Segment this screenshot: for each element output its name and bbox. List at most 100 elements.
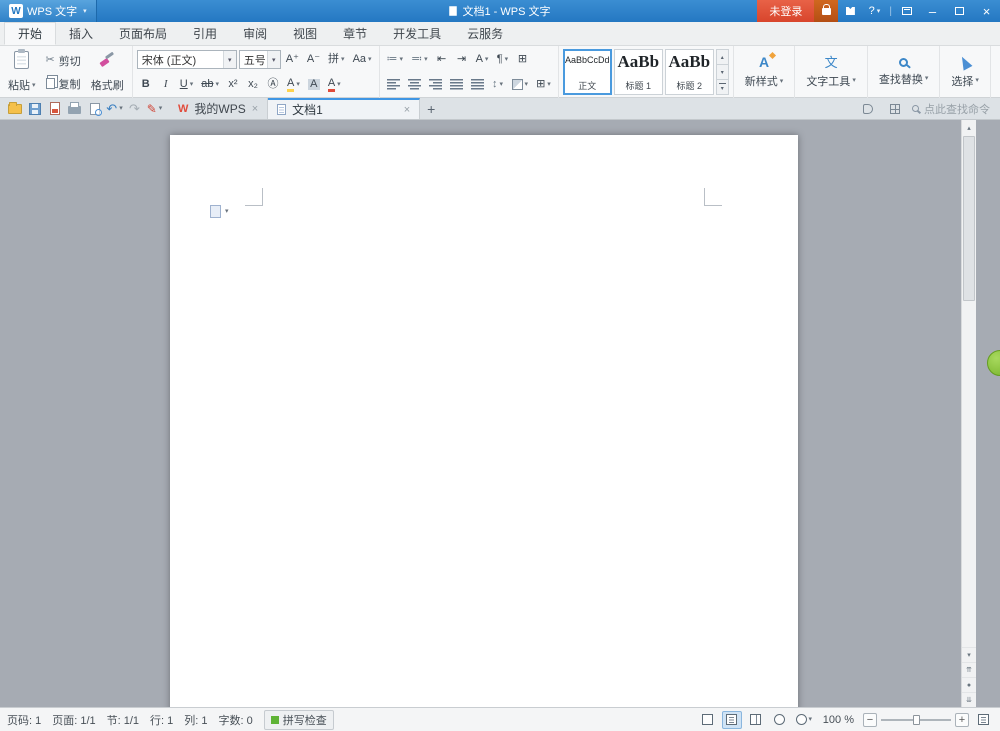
maximize-button[interactable] xyxy=(946,0,973,22)
page-view-button[interactable] xyxy=(722,711,742,729)
styles-scroll-down-button[interactable]: ▾ xyxy=(716,65,729,80)
styles-scroll-up-button[interactable]: ▴ xyxy=(716,49,729,65)
spellcheck-button[interactable]: 拼写检查 xyxy=(264,710,334,730)
scroll-down-button[interactable]: ▾ xyxy=(962,647,976,662)
status-word-count[interactable]: 字数: 0 xyxy=(219,712,253,728)
zoom-value[interactable]: 100 % xyxy=(823,714,854,726)
show-formatting-marks-button[interactable]: ¶ ▾ xyxy=(493,50,511,70)
distribute-button[interactable] xyxy=(468,75,487,95)
zoom-slider[interactable] xyxy=(881,713,951,727)
change-case-button[interactable]: Aa ▾ xyxy=(350,50,375,70)
new-tab-button[interactable]: + xyxy=(420,98,442,119)
close-tab-icon[interactable]: × xyxy=(252,103,258,115)
vertical-scrollbar[interactable]: ▴ ▾ ⇈ ● ⇊ xyxy=(961,120,976,707)
assistant-icon[interactable] xyxy=(858,99,877,118)
web-view-button[interactable] xyxy=(770,711,790,729)
scrollbar-thumb[interactable] xyxy=(963,136,975,301)
export-pdf-button[interactable] xyxy=(45,99,64,118)
decrease-indent-button[interactable]: ⇤ xyxy=(433,50,451,70)
close-button[interactable]: × xyxy=(973,0,1000,22)
tab-document1[interactable]: 文档1 × xyxy=(268,98,420,119)
outline-view-button[interactable] xyxy=(746,711,766,729)
save-button[interactable] xyxy=(25,99,44,118)
close-tab-icon[interactable]: × xyxy=(404,104,410,116)
align-right-button[interactable] xyxy=(426,75,445,95)
print-button[interactable] xyxy=(65,99,84,118)
eye-protection-button[interactable]: ▾ xyxy=(794,711,814,729)
new-style-button[interactable]: A 新样式▾ xyxy=(738,49,791,95)
ink-pen-button[interactable]: ✎ ▾ xyxy=(145,99,164,118)
style-normal[interactable]: AaBbCcDd 正文 xyxy=(563,49,612,95)
shrink-font-button[interactable]: A⁻ xyxy=(304,50,323,70)
tab-developer[interactable]: 开发工具 xyxy=(380,22,454,45)
zoom-in-button[interactable]: + xyxy=(955,713,969,727)
bold-button[interactable]: B xyxy=(137,75,155,95)
tab-references[interactable]: 引用 xyxy=(180,22,230,45)
hide-ribbon-icon[interactable] xyxy=(895,0,919,22)
print-preview-button[interactable] xyxy=(85,99,104,118)
bullets-button[interactable]: ≔ ▾ xyxy=(384,50,407,70)
find-command-box[interactable]: 点此查找命令 xyxy=(912,101,990,117)
shading-button[interactable]: ▾ xyxy=(509,75,532,95)
scroll-up-button[interactable]: ▴ xyxy=(962,120,976,135)
numbering-button[interactable]: ≕ ▾ xyxy=(408,50,431,70)
tab-section[interactable]: 章节 xyxy=(330,22,380,45)
tab-insert[interactable]: 插入 xyxy=(56,22,106,45)
superscript-button[interactable]: x² xyxy=(224,75,242,95)
align-left-button[interactable] xyxy=(384,75,403,95)
previous-page-button[interactable]: ⇈ xyxy=(962,662,976,677)
document-page[interactable]: ▾ xyxy=(170,135,798,707)
tab-my-wps[interactable]: W 我的WPS × xyxy=(169,98,268,119)
browse-object-button[interactable]: ● xyxy=(962,677,976,692)
help-button[interactable]: ? ▾ xyxy=(862,0,886,22)
page-setup-tag[interactable]: ▾ xyxy=(210,205,229,218)
open-button[interactable] xyxy=(5,99,24,118)
skin-icon[interactable] xyxy=(838,0,862,22)
find-replace-button[interactable]: 查找替换▾ xyxy=(872,49,936,95)
zoom-out-button[interactable]: − xyxy=(863,713,877,727)
login-button[interactable]: 未登录 xyxy=(757,0,814,22)
text-tools-button[interactable]: 文 文字工具▾ xyxy=(799,49,863,95)
align-center-button[interactable] xyxy=(405,75,424,95)
font-size-select[interactable]: 五号 ▾ xyxy=(239,50,281,69)
line-spacing-button[interactable]: ↕ ▾ xyxy=(489,75,507,95)
minimize-button[interactable]: – xyxy=(919,0,946,22)
text-layout-button[interactable]: ⊞ xyxy=(513,50,531,70)
fit-page-button[interactable] xyxy=(973,711,993,729)
zoom-slider-thumb[interactable] xyxy=(913,715,920,725)
workspace-switch-icon[interactable] xyxy=(885,99,904,118)
pinyin-guide-button[interactable]: 拼 ▾ xyxy=(325,50,348,70)
wps-menu-button[interactable]: W WPS 文字 ▾ xyxy=(0,0,97,22)
tab-page-layout[interactable]: 页面布局 xyxy=(106,22,180,45)
grow-font-button[interactable]: A⁺ xyxy=(283,50,302,70)
font-color-button[interactable]: A ▾ xyxy=(325,75,344,95)
select-button[interactable]: 选择▾ xyxy=(944,49,986,95)
enclose-characters-button[interactable]: Ⓐ xyxy=(264,75,282,95)
undo-button[interactable]: ↶ ▾ xyxy=(105,99,124,118)
tab-home[interactable]: 开始 xyxy=(4,22,56,45)
character-shading-button[interactable]: A xyxy=(305,75,323,95)
paste-button[interactable]: 粘贴▾ xyxy=(4,49,40,95)
fullscreen-view-button[interactable] xyxy=(698,711,718,729)
subscript-button[interactable]: x₂ xyxy=(244,75,262,95)
character-scale-button[interactable]: A ▾ xyxy=(473,50,492,70)
style-heading-1[interactable]: AaBb 标题 1 xyxy=(614,49,663,95)
tab-review[interactable]: 审阅 xyxy=(230,22,280,45)
strikethrough-button[interactable]: ab ▾ xyxy=(198,75,222,95)
increase-indent-button[interactable]: ⇥ xyxy=(453,50,471,70)
format-painter-button[interactable]: 格式刷 xyxy=(87,49,128,95)
justify-button[interactable] xyxy=(447,75,466,95)
style-heading-2[interactable]: AaBb 标题 2 xyxy=(665,49,714,95)
shop-icon[interactable] xyxy=(814,0,838,22)
italic-button[interactable]: I xyxy=(157,75,175,95)
redo-button[interactable]: ↷ xyxy=(125,99,144,118)
copy-button[interactable]: 复制 xyxy=(42,74,85,94)
highlight-color-button[interactable]: A ▾ xyxy=(284,75,303,95)
font-family-select[interactable]: 宋体 (正文) ▾ xyxy=(137,50,237,69)
tab-view[interactable]: 视图 xyxy=(280,22,330,45)
cut-button[interactable]: ✂ 剪切 xyxy=(42,51,85,71)
tab-cloud[interactable]: 云服务 xyxy=(454,22,516,45)
next-page-button[interactable]: ⇊ xyxy=(962,692,976,707)
borders-button[interactable]: ⊞ ▾ xyxy=(533,75,554,95)
styles-gallery-more-button[interactable]: ▾ xyxy=(716,80,729,95)
